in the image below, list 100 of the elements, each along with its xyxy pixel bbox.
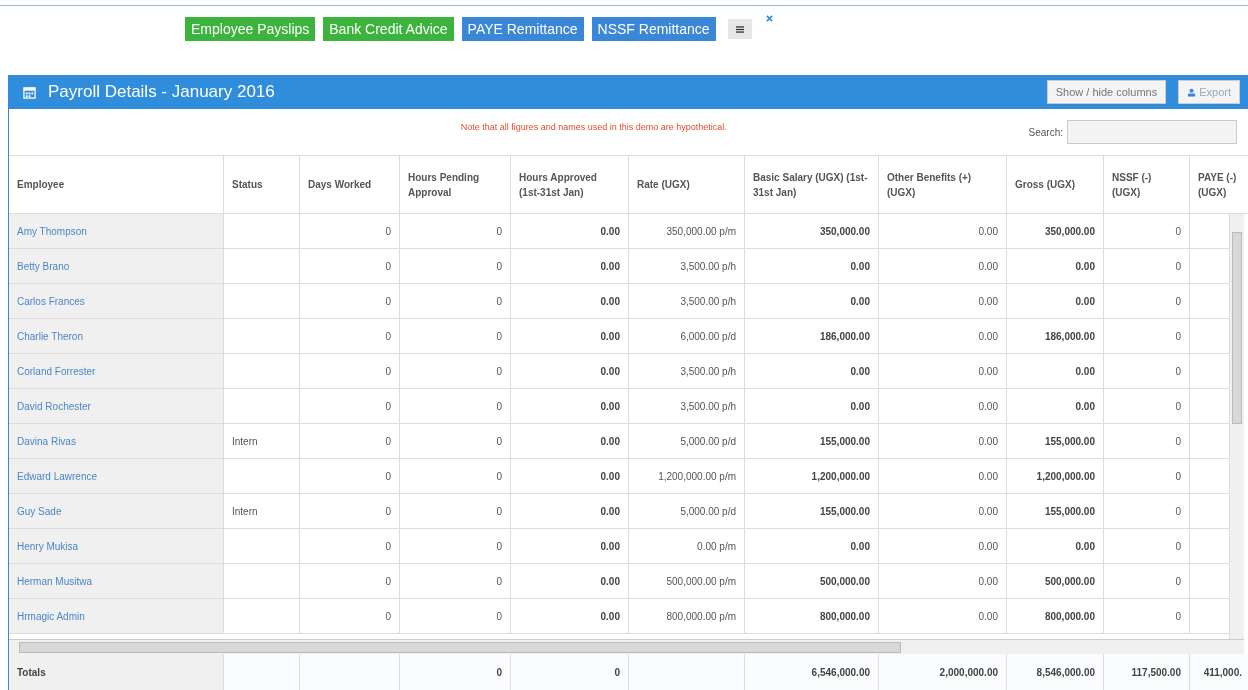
table-cell: 0.00 p/m (697, 540, 736, 552)
column-header: NSSF (-) (UGX) (1112, 171, 1152, 198)
employee-link[interactable]: Corland Forrester (17, 365, 96, 377)
employee-link[interactable]: David Rochester (17, 400, 91, 412)
menu-icon (735, 25, 744, 33)
totals-label: Totals (17, 666, 46, 678)
report-button[interactable]: NSSF Remittance (591, 17, 716, 41)
table-cell: 0.00 (978, 610, 998, 622)
employee-link[interactable]: Hrmagic Admin (17, 610, 85, 622)
column-header: Hours Approved (1st-31st Jan) (519, 171, 597, 198)
table-cell: 0 (1175, 225, 1181, 237)
table-cell: 0 (496, 295, 502, 307)
table-cell: 800,000.00 (819, 610, 870, 622)
total-cell: 0 (496, 666, 502, 678)
table-cell: 3,500.00 p/h (680, 295, 736, 307)
table-cell: 0.00 (978, 225, 998, 237)
employee-link[interactable]: Henry Mukisa (17, 540, 79, 552)
table-cell: 0 (1175, 260, 1181, 272)
table-cell: 0 (1175, 400, 1181, 412)
report-button[interactable]: Employee Payslips (185, 17, 316, 41)
table-cell: 0.00 (978, 540, 998, 552)
table-cell: 0 (1175, 505, 1181, 517)
table-cell: Intern (232, 435, 258, 447)
table-cell: 0.00 (978, 260, 998, 272)
table-cell: 0.00 (978, 505, 998, 517)
column-header: Other Benefits (+) (UGX) (887, 171, 972, 198)
table-cell: 1,200,000.00 (811, 470, 870, 482)
table-cell: 0.00 (978, 435, 998, 447)
table-cell: 0 (496, 435, 502, 447)
table-cell: 0.00 (600, 470, 620, 482)
table-cell: 0.00 (978, 330, 998, 342)
table-cell: 155,000.00 (1044, 435, 1095, 447)
table-cell: 0.00 (600, 540, 620, 552)
column-header: Rate (UGX) (637, 179, 690, 190)
report-button[interactable]: PAYE Remittance (461, 17, 584, 41)
total-cell: 6,546,000.00 (811, 666, 870, 678)
table-cell: 0.00 (1075, 295, 1095, 307)
table-cell: 155,000.00 (819, 435, 870, 447)
employee-link[interactable]: Betty Brano (17, 260, 70, 272)
column-header: Basic Salary (UGX) (1st-31st Jan) (753, 171, 868, 198)
table-cell: 3,500.00 p/h (680, 260, 736, 272)
table-cell: 0 (1175, 435, 1181, 447)
table-cell: 0 (1175, 295, 1181, 307)
table-cell: 0 (385, 505, 391, 517)
column-header: PAYE (-) (UGX) (1198, 171, 1237, 198)
menu-button[interactable] (727, 19, 752, 39)
table-cell: 0 (496, 365, 502, 377)
table-cell: 0.00 (1075, 540, 1095, 552)
vertical-scrollbar[interactable] (1229, 214, 1244, 639)
table-cell: 0.00 (978, 365, 998, 377)
export-button[interactable]: Export (1178, 80, 1240, 104)
show-hide-columns-button[interactable]: Show / hide columns (1046, 80, 1167, 104)
table-cell: 0.00 (1075, 400, 1095, 412)
total-cell: 8,546,000.00 (1036, 666, 1095, 678)
close-icon[interactable] (765, 15, 773, 22)
table-cell: 350,000.00 p/m (666, 225, 736, 237)
employee-link[interactable]: Guy Sade (17, 505, 62, 517)
employee-link[interactable]: Amy Thompson (17, 225, 87, 237)
column-header: Days Worked (308, 179, 372, 190)
employee-link[interactable]: Edward Lawrence (17, 470, 98, 482)
employee-link[interactable]: Charlie Theron (17, 330, 83, 342)
table-cell: 3,500.00 p/h (680, 365, 736, 377)
table-cell: 0.00 (600, 435, 620, 447)
table-cell: 0 (385, 225, 391, 237)
horizontal-scrollbar[interactable] (9, 639, 1244, 654)
table-cell: 155,000.00 (819, 505, 870, 517)
disclaimer-note: Note that all figures and names used in this demo are hypothetical. (459, 122, 728, 132)
table-cell: 0.00 (600, 295, 620, 307)
table-cell: 0 (1175, 575, 1181, 587)
employee-link[interactable]: Davina Rivas (17, 435, 76, 447)
table-cell: 0 (496, 470, 502, 482)
search-label: Search: (1028, 126, 1063, 138)
total-cell: 0 (614, 666, 620, 678)
table-cell: 1,200,000.00 (1036, 470, 1095, 482)
table-cell: 0.00 (600, 505, 620, 517)
table-cell: 500,000.00 p/m (666, 575, 736, 587)
total-cell: 2,000,000.00 (939, 666, 998, 678)
calendar-icon (23, 85, 36, 99)
total-cell: 411,000. (1203, 666, 1242, 678)
column-header: Status (232, 179, 263, 190)
table-cell: 0.00 (850, 540, 870, 552)
employee-link[interactable]: Carlos Frances (17, 295, 85, 307)
table-cell: 0 (385, 470, 391, 482)
table-cell: 350,000.00 (1044, 225, 1095, 237)
table-cell: 0.00 (600, 260, 620, 272)
table-cell: 0.00 (600, 575, 620, 587)
table-cell: 0.00 (978, 470, 998, 482)
table-cell: 0 (385, 400, 391, 412)
table-cell: 6,000.00 p/d (680, 330, 736, 342)
table-cell: 0 (496, 330, 502, 342)
employee-link[interactable]: Herman Musitwa (17, 575, 93, 587)
table-cell: 5,000.00 p/d (680, 435, 736, 447)
table-cell: 0 (385, 575, 391, 587)
table-cell: 0 (496, 610, 502, 622)
column-header: Gross (UGX) (1015, 179, 1075, 190)
table-cell: 0 (496, 400, 502, 412)
search-field[interactable] (1067, 120, 1237, 144)
report-button[interactable]: Bank Credit Advice (323, 17, 454, 41)
table-cell: 0 (385, 610, 391, 622)
panel-title: Payroll Details - January 2016 (48, 82, 275, 102)
